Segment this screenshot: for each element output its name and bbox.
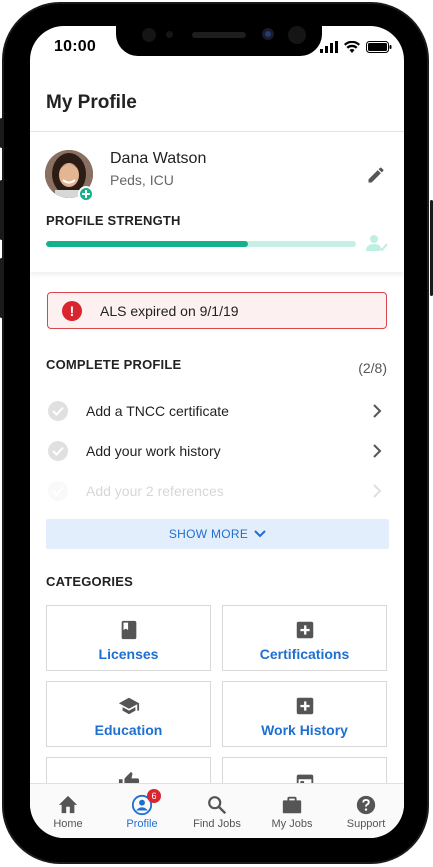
signal-icon bbox=[320, 41, 338, 53]
chevron-down-icon bbox=[254, 530, 266, 538]
tab-support[interactable]: Support bbox=[329, 784, 403, 838]
show-more-button[interactable]: SHOW MORE bbox=[46, 519, 389, 549]
home-icon bbox=[58, 795, 78, 814]
alert-text: ALS expired on 9/1/19 bbox=[100, 303, 239, 319]
side-button bbox=[0, 258, 3, 318]
plus-box-icon bbox=[296, 697, 313, 715]
help-icon bbox=[356, 795, 376, 815]
category-label: Work History bbox=[261, 722, 348, 738]
chevron-right-icon bbox=[372, 443, 382, 464]
tab-find-jobs[interactable]: Find Jobs bbox=[180, 784, 254, 838]
tab-label: Find Jobs bbox=[193, 818, 241, 830]
tab-label: My Jobs bbox=[271, 818, 313, 830]
categories-title: CATEGORIES bbox=[46, 574, 133, 589]
category-work-history[interactable]: Work History bbox=[222, 681, 387, 747]
list-item[interactable]: Add your 2 references bbox=[30, 471, 404, 511]
wifi-icon bbox=[344, 41, 360, 53]
category-education[interactable]: Education bbox=[46, 681, 211, 747]
status-bar: 10:00 bbox=[30, 26, 404, 70]
list-item[interactable]: Add a TNCC certificate bbox=[30, 391, 404, 431]
profile-name: Dana Watson bbox=[110, 150, 207, 167]
add-photo-badge[interactable] bbox=[78, 186, 94, 202]
list-item-label: Add your work history bbox=[86, 443, 221, 459]
chevron-right-icon bbox=[372, 483, 382, 504]
tab-my-jobs[interactable]: My Jobs bbox=[255, 784, 329, 838]
list-item-label: Add a TNCC certificate bbox=[86, 403, 229, 419]
check-icon bbox=[48, 441, 68, 461]
category-certifications[interactable]: Certifications bbox=[222, 605, 387, 671]
bottom-tab-bar: Home 6 Profile Find Jobs My Jobs Support bbox=[30, 783, 404, 838]
profile-strength-bar bbox=[46, 241, 356, 247]
side-button bbox=[0, 118, 3, 148]
complete-profile-count: (2/8) bbox=[358, 360, 387, 376]
list-item-label: Add your 2 references bbox=[86, 483, 224, 499]
battery-icon bbox=[366, 41, 392, 53]
tab-label: Support bbox=[346, 818, 386, 830]
show-more-label: SHOW MORE bbox=[168, 527, 249, 541]
plus-icon bbox=[82, 190, 90, 198]
category-label: Licenses bbox=[98, 646, 159, 662]
notch bbox=[116, 26, 322, 56]
complete-profile-title: COMPLETE PROFILE bbox=[46, 357, 182, 372]
profile-card: Dana Watson Peds, ICU PROFILE STRENGTH bbox=[30, 132, 404, 272]
notification-badge: 6 bbox=[147, 789, 161, 803]
plus-box-icon bbox=[296, 621, 313, 639]
book-icon bbox=[121, 620, 136, 640]
status-time: 10:00 bbox=[54, 38, 96, 55]
category-label: Education bbox=[94, 722, 163, 738]
briefcase-icon bbox=[282, 796, 302, 814]
expiry-alert[interactable]: ! ALS expired on 9/1/19 bbox=[47, 292, 387, 329]
list-item[interactable]: Add your work history bbox=[30, 431, 404, 471]
pencil-icon bbox=[368, 167, 384, 183]
tab-profile[interactable]: 6 Profile bbox=[105, 784, 179, 838]
graduation-cap-icon bbox=[118, 697, 139, 715]
error-icon: ! bbox=[62, 301, 82, 321]
category-licenses[interactable]: Licenses bbox=[46, 605, 211, 671]
verified-user-icon bbox=[366, 234, 388, 257]
tab-label: Home bbox=[53, 818, 83, 830]
tab-home[interactable]: Home bbox=[31, 784, 105, 838]
tab-label: Profile bbox=[126, 818, 158, 830]
app-screen: 10:00 My Profile Dana Watson Peds, ICU P… bbox=[30, 26, 404, 838]
chevron-right-icon bbox=[372, 403, 382, 424]
check-icon bbox=[48, 481, 68, 501]
category-label: Certifications bbox=[259, 646, 350, 662]
check-icon bbox=[48, 401, 68, 421]
status-icons bbox=[320, 41, 392, 53]
profile-strength-fill bbox=[46, 241, 248, 247]
side-button bbox=[0, 180, 3, 240]
search-icon bbox=[208, 796, 227, 815]
profile-specialty: Peds, ICU bbox=[110, 172, 174, 188]
page-title: My Profile bbox=[46, 92, 137, 113]
edit-profile-button[interactable] bbox=[363, 162, 389, 188]
profile-strength-label: PROFILE STRENGTH bbox=[46, 213, 181, 228]
